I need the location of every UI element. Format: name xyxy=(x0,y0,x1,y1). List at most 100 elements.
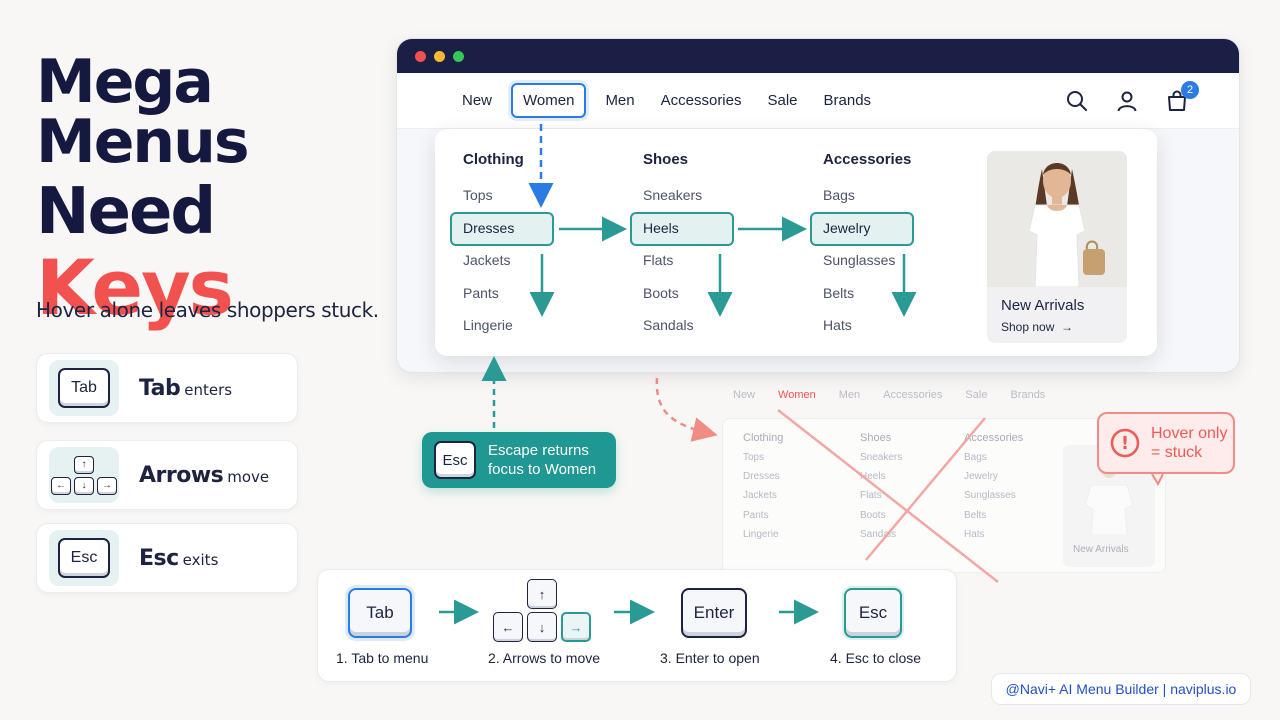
hover-only-warning: ! Hover only = stuck xyxy=(1097,412,1235,474)
nav-item-men[interactable]: Men xyxy=(592,92,647,109)
escape-callout-line-2: focus to Women xyxy=(488,461,597,478)
column-title: Clothing xyxy=(463,151,524,168)
faded-link: Pants xyxy=(743,509,769,521)
headline-line-2: Need xyxy=(36,175,216,249)
nav-item-new[interactable]: New xyxy=(449,92,505,109)
headline-line-1: Mega Menus xyxy=(36,47,250,177)
step-arrow-right-key: → xyxy=(561,612,591,642)
window-minimize-dot[interactable] xyxy=(434,50,445,62)
nav-items: New Women Men Accessories Sale Brands xyxy=(449,83,884,118)
menu-link-focused[interactable]: Jewelry xyxy=(810,211,983,246)
warning-text: Hover only = stuck xyxy=(1151,424,1227,462)
cart-icon[interactable]: 2 xyxy=(1165,81,1199,113)
faded-nav-item: Sale xyxy=(965,389,988,401)
menu-link[interactable]: Sunglasses xyxy=(823,245,983,278)
faded-link: Lingerie xyxy=(743,528,779,540)
faded-link: Dresses xyxy=(743,471,780,483)
faded-column: Accessories Bags Jewelry Sunglasses Belt… xyxy=(964,432,1023,548)
step-arrow-down-key: ↓ xyxy=(527,612,557,642)
keyboard-steps: Tab 1. Tab to menu ↑ ← ↓ → 2. Arrows to … xyxy=(317,569,957,682)
key-tile: Esc xyxy=(49,530,119,586)
headline: Mega Menus Need Keys xyxy=(36,52,376,326)
faded-column: Clothing Tops Dresses Jackets Pants Ling… xyxy=(743,432,783,548)
faded-nav-item: New xyxy=(733,389,756,401)
key-card-arrows: ↑ ← ↓ → Arrows move xyxy=(36,440,298,510)
faded-link: Sunglasses xyxy=(964,490,1016,502)
menu-link[interactable]: Lingerie xyxy=(463,310,623,343)
account-icon[interactable] xyxy=(1115,89,1139,113)
promo-cta[interactable]: Shop now → xyxy=(1001,320,1127,334)
menu-link[interactable]: Sandals xyxy=(643,310,803,343)
menu-link[interactable]: Hats xyxy=(823,310,983,343)
menu-link-label: Jewelry xyxy=(823,219,871,236)
faded-nav-item-active: Women xyxy=(778,389,816,401)
mega-menu-panel: Clothing Tops Dresses Jackets Pants Ling… xyxy=(435,129,1157,356)
key-card-rest: move xyxy=(227,467,270,486)
key-card-tab: Tab Tab enters xyxy=(36,353,298,423)
menu-link[interactable]: Jackets xyxy=(463,245,623,278)
faded-nav-item: Accessories xyxy=(883,389,943,401)
step-label: 4. Esc to close xyxy=(830,650,922,666)
cart-count-badge: 2 xyxy=(1181,81,1199,99)
subhead: Hover alone leaves shoppers stuck. xyxy=(36,298,379,322)
escape-callout-line-1: Escape returns xyxy=(488,442,589,459)
browser-window: New Women Men Accessories Sale Brands 2 … xyxy=(396,38,1240,373)
search-icon[interactable] xyxy=(1065,89,1089,113)
menu-column-clothing: Clothing Tops Dresses Jackets Pants Ling… xyxy=(450,151,623,343)
menu-link-label: Dresses xyxy=(463,219,515,236)
key-tile: Tab xyxy=(49,360,119,416)
faded-column: Shoes Sneakers Heels Flats Boots Sandals xyxy=(860,432,902,548)
warning-line-1: Hover only xyxy=(1151,425,1228,442)
menu-link[interactable]: Tops xyxy=(463,180,623,213)
promo-photo xyxy=(987,151,1127,287)
menu-link[interactable]: Bags xyxy=(823,180,983,213)
tab-key-icon: Tab xyxy=(58,368,110,408)
menu-link[interactable]: Pants xyxy=(463,278,623,311)
faded-link: Flats xyxy=(860,490,882,502)
menu-link-focused[interactable]: Dresses xyxy=(450,211,623,246)
faded-column-title: Shoes xyxy=(860,432,892,444)
menu-link[interactable]: Flats xyxy=(643,245,803,278)
warning-line-2: = stuck xyxy=(1151,444,1203,461)
nav-item-accessories[interactable]: Accessories xyxy=(648,92,755,109)
key-card-bold: Arrows xyxy=(139,462,224,488)
footer-badge[interactable]: @Navi+ AI Menu Builder | naviplus.io xyxy=(991,673,1251,705)
store-navbar: New Women Men Accessories Sale Brands 2 xyxy=(397,73,1239,129)
nav-item-sale[interactable]: Sale xyxy=(754,92,810,109)
esc-key-icon: Esc xyxy=(58,538,110,578)
step-label: 1. Tab to menu xyxy=(336,650,429,666)
faded-link: Belts xyxy=(964,509,987,521)
faded-link: Bags xyxy=(964,452,987,463)
menu-column-shoes: Shoes Sneakers Heels Flats Boots Sandals xyxy=(630,151,803,343)
faded-nav: New Women Men Accessories Sale Brands xyxy=(733,389,1068,401)
faded-nav-item: Brands xyxy=(1010,389,1046,401)
arrow-right-key: → xyxy=(97,476,117,495)
faded-link: Jackets xyxy=(743,490,777,502)
faded-column-title: Accessories xyxy=(964,432,1024,444)
window-maximize-dot[interactable] xyxy=(453,50,464,62)
column-title: Shoes xyxy=(643,151,689,168)
browser-titlebar xyxy=(397,39,1239,73)
nav-item-women[interactable]: Women xyxy=(511,83,587,118)
menu-link[interactable]: Belts xyxy=(823,278,983,311)
menu-link[interactable]: Boots xyxy=(643,278,803,311)
menu-link[interactable]: Sneakers xyxy=(643,180,803,213)
step-label: 2. Arrows to move xyxy=(488,650,601,666)
step-enter-key: Enter xyxy=(681,588,747,638)
faded-column-title: Clothing xyxy=(743,432,784,444)
column-title: Accessories xyxy=(823,151,912,168)
menu-link-focused[interactable]: Heels xyxy=(630,211,803,246)
window-close-dot[interactable] xyxy=(415,50,426,62)
key-card-bold: Esc xyxy=(139,545,179,571)
arrow-down-key: ↓ xyxy=(74,476,94,495)
key-card-label: Tab enters xyxy=(139,376,232,401)
key-card-esc: Esc Esc exits xyxy=(36,523,298,593)
nav-item-brands[interactable]: Brands xyxy=(811,92,885,109)
hover-path-arrow xyxy=(655,377,718,442)
arrow-right-icon: → xyxy=(1061,320,1074,334)
promo-card[interactable]: New Arrivals Shop now → xyxy=(987,151,1127,343)
arrow-left-key: ← xyxy=(51,476,71,495)
key-card-rest: enters xyxy=(184,380,233,399)
promo-title: New Arrivals xyxy=(1001,297,1085,314)
key-card-label: Esc exits xyxy=(139,546,218,571)
